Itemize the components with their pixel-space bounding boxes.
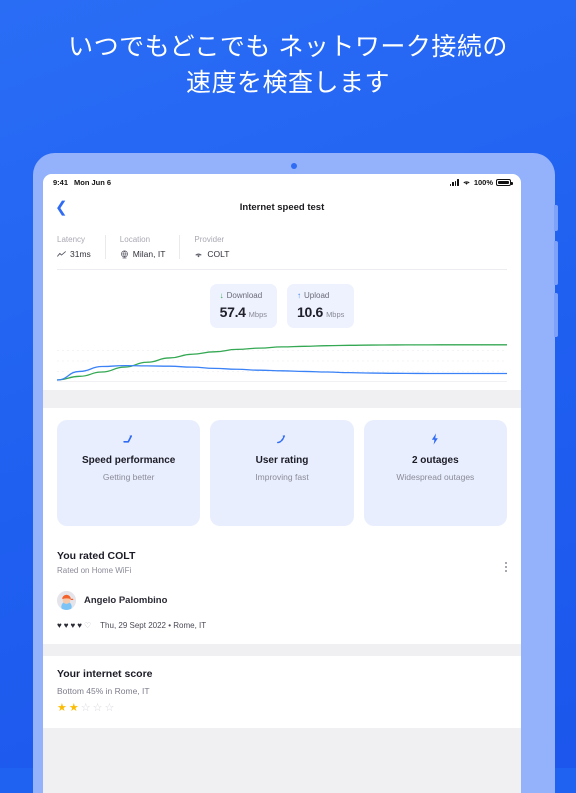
star-empty-icon[interactable]: ☆ (93, 703, 103, 714)
download-card-header: ↓ Download (220, 291, 267, 300)
info-cards: Speed performance Getting better User ra… (43, 408, 521, 540)
upload-value-row: 10.6 Mbps (297, 304, 344, 320)
volume-up-button[interactable] (554, 241, 558, 285)
upload-unit: Mbps (326, 310, 345, 319)
speed-chart (57, 340, 507, 382)
provider-value: COLT (207, 249, 230, 259)
meta-label-latency: Latency (57, 235, 86, 244)
meta-label-provider: Provider (194, 235, 225, 244)
upload-card-header: ↑ Upload (297, 291, 344, 300)
arrow-down-icon: ↓ (219, 290, 224, 300)
review-date-location: Thu, 29 Sept 2022 • Rome, IT (100, 621, 207, 630)
wifi-icon (462, 179, 471, 186)
volume-down-button[interactable] (554, 293, 558, 337)
heart-filled-icon[interactable]: ♥ (64, 621, 69, 630)
score-section: Your internet score Bottom 45% in Rome, … (43, 656, 521, 728)
lightning-bolt-icon (428, 432, 442, 446)
speed-cards: ↓ Download 57.4 Mbps ↑ Upload 10.6 Mbps (43, 270, 521, 340)
user-avatar-icon (57, 591, 76, 610)
upload-value: 10.6 (297, 304, 324, 320)
status-bar-left: 9:41 Mon Jun 6 (53, 178, 111, 187)
score-subtitle: Bottom 45% in Rome, IT (57, 686, 150, 696)
kebab-menu-icon[interactable] (505, 562, 507, 572)
meta-item-latency: Latency 31ms (57, 235, 106, 259)
info-card-speed-performance[interactable]: Speed performance Getting better (57, 420, 201, 526)
download-unit: Mbps (248, 310, 267, 319)
globe-icon (120, 250, 129, 259)
front-camera-icon (291, 163, 297, 169)
heart-filled-icon[interactable]: ♥ (77, 621, 82, 630)
reviewer-name: Angelo Palombino (84, 595, 168, 606)
star-empty-icon[interactable]: ☆ (105, 703, 115, 714)
section-gap (43, 644, 521, 656)
section-gap (43, 390, 521, 408)
info-card-subtitle: Improving fast (255, 472, 309, 482)
trending-up-icon (122, 432, 136, 446)
nav-header: ❮ Internet speed test (43, 191, 521, 223)
heart-rating[interactable]: ♥ ♥ ♥ ♥ ♡ (57, 621, 91, 630)
info-card-subtitle: Getting better (102, 472, 155, 482)
promo-headline: いつでもどこでも ネットワーク接続の 速度を検査します (0, 30, 576, 101)
download-value: 57.4 (219, 304, 246, 320)
power-button[interactable] (554, 205, 558, 231)
tablet-device-frame: 9:41 Mon Jun 6 100% ❮ Internet speed tes… (33, 153, 558, 793)
info-card-title: Speed performance (81, 455, 176, 466)
speed-chart-container (43, 340, 521, 390)
heart-empty-icon[interactable]: ♡ (84, 621, 91, 630)
trend-line-icon (57, 250, 66, 259)
download-value-row: 57.4 Mbps (220, 304, 267, 320)
rating-title: You rated COLT (57, 550, 136, 562)
wifi-icon (194, 250, 203, 259)
latency-value: 31ms (70, 249, 91, 259)
heart-filled-icon[interactable]: ♥ (57, 621, 62, 630)
upload-speed-card[interactable]: ↑ Upload 10.6 Mbps (287, 284, 355, 328)
cellular-bars-icon (449, 179, 459, 186)
star-empty-icon[interactable]: ☆ (81, 703, 91, 714)
info-card-subtitle: Widespread outages (396, 472, 475, 482)
info-card-title: User rating (255, 455, 309, 466)
info-card-outages[interactable]: 2 outages Widespread outages (363, 420, 507, 526)
meta-row: Latency 31ms Location Milan, IT Provider… (43, 223, 521, 269)
speed-test-panel: Latency 31ms Location Milan, IT Provider… (43, 223, 521, 390)
battery-icon (496, 179, 513, 186)
score-title: Your internet score (57, 668, 153, 680)
rating-subtitle: Rated on Home WiFi (57, 566, 132, 575)
download-label: Download (226, 291, 263, 300)
meta-item-provider: Provider COLT (194, 235, 243, 259)
info-card-user-rating[interactable]: User rating Improving fast (210, 420, 354, 526)
reviewer-row: Angelo Palombino (57, 591, 507, 610)
rating-section: You rated COLT Rated on Home WiFi Angelo (43, 540, 521, 644)
star-filled-icon[interactable]: ★ (69, 703, 79, 714)
device-screen: 9:41 Mon Jun 6 100% ❮ Internet speed tes… (43, 174, 521, 793)
status-bar-right: 100% (449, 178, 513, 187)
meta-value-latency: 31ms (57, 249, 91, 259)
meta-label-location: Location (119, 235, 151, 244)
star-filled-icon[interactable]: ★ (57, 703, 67, 714)
insights-panel: Speed performance Getting better User ra… (43, 408, 521, 644)
heart-filled-icon[interactable]: ♥ (71, 621, 76, 630)
upload-label: Upload (304, 291, 330, 300)
star-rating[interactable]: ★ ★ ☆ ☆ ☆ (57, 703, 507, 714)
page-title: Internet speed test (239, 201, 325, 213)
arrow-up-icon: ↑ (297, 290, 301, 300)
chart-series-download (57, 345, 507, 380)
meta-item-location: Location Milan, IT (120, 235, 181, 259)
promo-headline-line-2: 速度を検査します (185, 68, 390, 97)
battery-percent: 100% (473, 178, 493, 187)
score-panel: Your internet score Bottom 45% in Rome, … (43, 656, 521, 728)
meta-value-location: Milan, IT (120, 249, 166, 259)
location-value: Milan, IT (132, 249, 166, 259)
trending-up-icon (275, 432, 289, 446)
meta-value-provider: COLT (194, 249, 229, 259)
review-meta: ♥ ♥ ♥ ♥ ♡ Thu, 29 Sept 2022 • Rome, IT (57, 621, 507, 630)
download-speed-card[interactable]: ↓ Download 57.4 Mbps (209, 284, 277, 328)
info-card-title: 2 outages (411, 455, 459, 466)
status-date: Mon Jun 6 (74, 178, 112, 187)
promo-headline-line-1: いつでもどこでも ネットワーク接続の (68, 33, 508, 61)
status-time: 9:41 (53, 178, 69, 187)
status-bar: 9:41 Mon Jun 6 100% (43, 174, 521, 191)
